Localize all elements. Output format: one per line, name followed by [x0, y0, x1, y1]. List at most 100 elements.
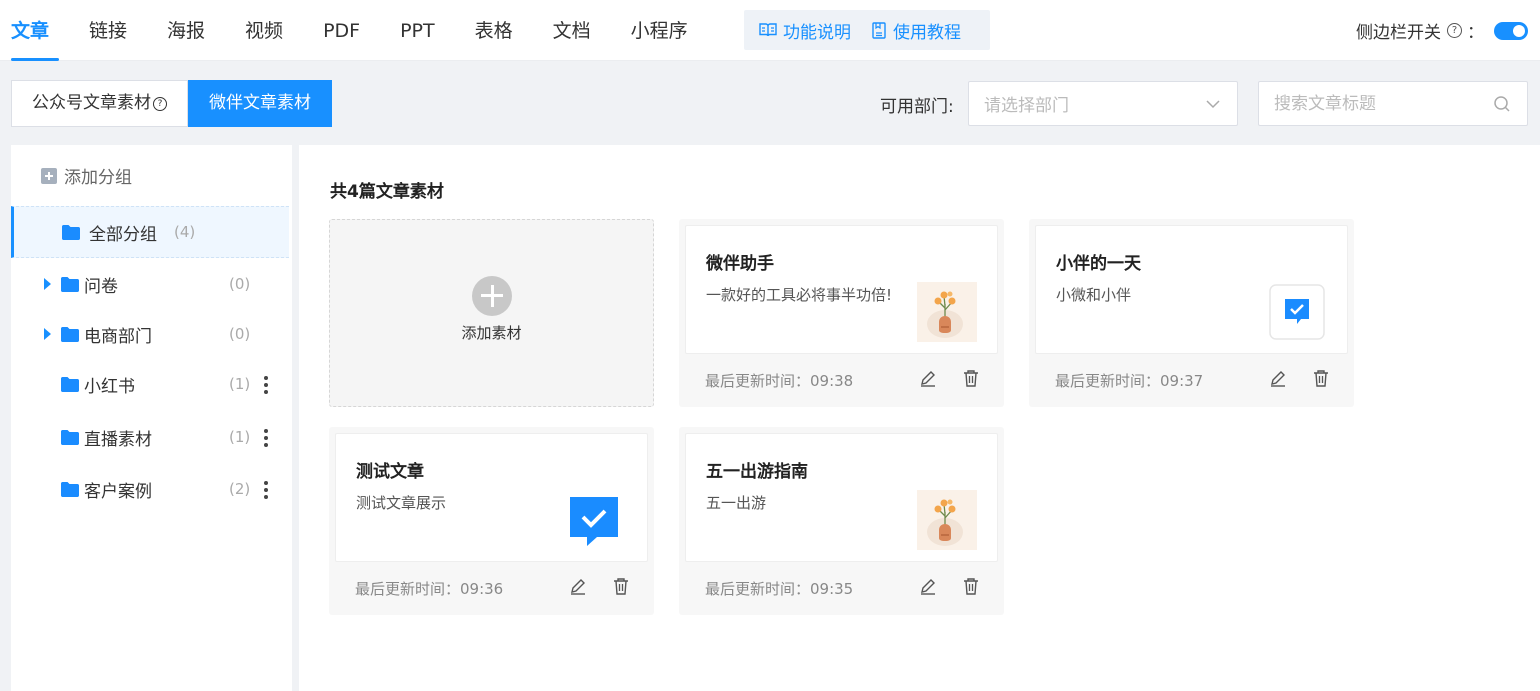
flower-vase-image [917, 490, 977, 550]
add-group-label: 添加分组 [64, 168, 132, 188]
add-group-button[interactable]: 添加分组 [41, 163, 132, 188]
group-name: 客户案例 [84, 481, 152, 502]
article-title: 五一出游指南 [706, 462, 808, 482]
trash-icon[interactable] [962, 369, 980, 387]
help-question-icon[interactable]: ? [1447, 23, 1462, 38]
tab-ppt[interactable]: PPT [380, 0, 455, 61]
folder-icon [62, 224, 80, 240]
more-vertical-icon[interactable] [263, 427, 269, 447]
group-sidebar: 添加分组 全部分组 (4) 问卷 (0) 电商部门 (0) 小红书 (1) 直播… [11, 145, 292, 691]
check-message-icon [570, 497, 618, 546]
article-card: 微伴助手 一款好的工具必将事半功倍! 最后更新时间：09:38 [679, 219, 1004, 407]
group-name: 小红书 [84, 376, 135, 397]
folder-icon [61, 326, 79, 342]
trash-icon[interactable] [612, 577, 630, 595]
wechat-article-source-label: 公众号文章素材 [32, 93, 151, 113]
search-icon[interactable] [1493, 95, 1511, 113]
add-material-card[interactable]: 添加素材 [329, 219, 654, 407]
group-name: 全部分组 [89, 224, 157, 245]
tab-pdf[interactable]: PDF [303, 0, 380, 61]
caret-right-icon[interactable] [44, 278, 51, 290]
article-card: 测试文章 测试文章展示 最后更新时间：09:36 [329, 427, 654, 615]
more-vertical-icon[interactable] [263, 374, 269, 394]
group-item-livestream[interactable]: 直播素材 (1) [11, 411, 289, 463]
edit-pencil-icon[interactable] [569, 577, 587, 595]
document-icon [872, 21, 886, 39]
tab-doc[interactable]: 文档 [533, 0, 611, 61]
dept-select-placeholder: 请选择部门 [984, 96, 1069, 116]
article-count-title: 共4篇文章素材 [330, 182, 444, 202]
wechat-article-source-button[interactable]: 公众号文章素材 ? [11, 80, 188, 127]
flower-vase-image [917, 282, 977, 342]
group-item-all[interactable]: 全部分组 (4) [11, 206, 289, 258]
book-open-icon [759, 23, 777, 37]
tab-miniprogram[interactable]: 小程序 [611, 0, 708, 61]
tutorial-label: 使用教程 [893, 22, 961, 43]
group-count: (1) [229, 428, 251, 446]
plus-square-icon [41, 167, 57, 184]
group-item-ecommerce[interactable]: 电商部门 (0) [11, 308, 289, 360]
tab-video[interactable]: 视频 [225, 0, 303, 61]
article-card-body[interactable]: 小伴的一天 小微和小伴 [1035, 225, 1348, 354]
article-updated-time: 最后更新时间：09:38 [705, 372, 854, 390]
content-type-tabs: 文章 链接 海报 视频 PDF PPT 表格 文档 小程序 [0, 0, 708, 61]
article-search-input[interactable] [1259, 82, 1479, 125]
folder-icon [61, 429, 79, 445]
article-title: 小伴的一天 [1056, 254, 1141, 274]
group-count: (0) [229, 275, 251, 293]
folder-icon [61, 481, 79, 497]
help-bar: 功能说明 使用教程 [744, 10, 990, 50]
edit-pencil-icon[interactable] [919, 369, 937, 387]
tab-link[interactable]: 链接 [69, 0, 147, 61]
edit-pencil-icon[interactable] [1269, 369, 1287, 387]
source-toggle: 公众号文章素材 ? 微伴文章素材 [11, 80, 332, 127]
dept-filter-label: 可用部门: [880, 97, 954, 117]
tab-poster[interactable]: 海报 [147, 0, 225, 61]
group-count: (4) [174, 223, 196, 241]
group-count: (2) [229, 480, 251, 498]
article-card-body[interactable]: 测试文章 测试文章展示 [335, 433, 648, 562]
article-title: 微伴助手 [706, 254, 774, 274]
chevron-down-icon [1206, 100, 1220, 109]
group-name: 直播素材 [84, 429, 152, 450]
more-vertical-icon[interactable] [263, 479, 269, 499]
article-updated-time: 最后更新时间：09:37 [1055, 372, 1204, 390]
sidebar-toggle-colon: ： [1467, 23, 1484, 43]
article-desc: 五一出游 [706, 494, 767, 512]
source-help-icon[interactable]: ? [153, 96, 167, 111]
group-item-survey[interactable]: 问卷 (0) [11, 258, 289, 310]
article-main-panel: 共4篇文章素材 添加素材 微伴助手 一款好的工具必将事半功倍! 最后更新时间：0… [299, 145, 1540, 691]
article-card-body[interactable]: 微伴助手 一款好的工具必将事半功倍! [685, 225, 998, 354]
top-nav: 文章 链接 海报 视频 PDF PPT 表格 文档 小程序 功能说明 使用教程 … [0, 0, 1540, 61]
tutorial-link[interactable]: 使用教程 [851, 18, 961, 43]
trash-icon[interactable] [962, 577, 980, 595]
caret-right-icon[interactable] [44, 328, 51, 340]
trash-icon[interactable] [1312, 369, 1330, 387]
sidebar-toggle-switch[interactable] [1494, 21, 1528, 40]
plus-circle-icon [472, 276, 512, 316]
article-card: 小伴的一天 小微和小伴 最后更新时间：09:37 [1029, 219, 1354, 407]
weiban-article-source-button[interactable]: 微伴文章素材 [188, 80, 332, 127]
article-title: 测试文章 [356, 462, 424, 482]
group-count: (0) [229, 325, 251, 343]
group-item-customer-cases[interactable]: 客户案例 (2) [11, 463, 289, 515]
folder-icon [61, 376, 79, 392]
sidebar-toggle-label: 侧边栏开关 [1356, 23, 1441, 43]
tab-sheet[interactable]: 表格 [455, 0, 533, 61]
folder-icon [61, 276, 79, 292]
tab-article[interactable]: 文章 [0, 0, 69, 61]
article-card: 五一出游指南 五一出游 最后更新时间：09:35 [679, 427, 1004, 615]
article-updated-time: 最后更新时间：09:35 [705, 580, 854, 598]
dept-select[interactable]: 请选择部门 [968, 81, 1238, 126]
feature-guide-link[interactable]: 功能说明 [744, 18, 851, 43]
edit-pencil-icon[interactable] [919, 577, 937, 595]
feature-guide-label: 功能说明 [783, 22, 851, 43]
group-count: (1) [229, 375, 251, 393]
add-material-label: 添加素材 [461, 324, 522, 342]
group-name: 问卷 [84, 276, 118, 297]
group-item-xiaohongshu[interactable]: 小红书 (1) [11, 358, 289, 410]
check-message-icon [1269, 284, 1325, 340]
article-desc: 一款好的工具必将事半功倍! [706, 286, 893, 304]
article-card-body[interactable]: 五一出游指南 五一出游 [685, 433, 998, 562]
article-desc: 测试文章展示 [356, 494, 447, 512]
